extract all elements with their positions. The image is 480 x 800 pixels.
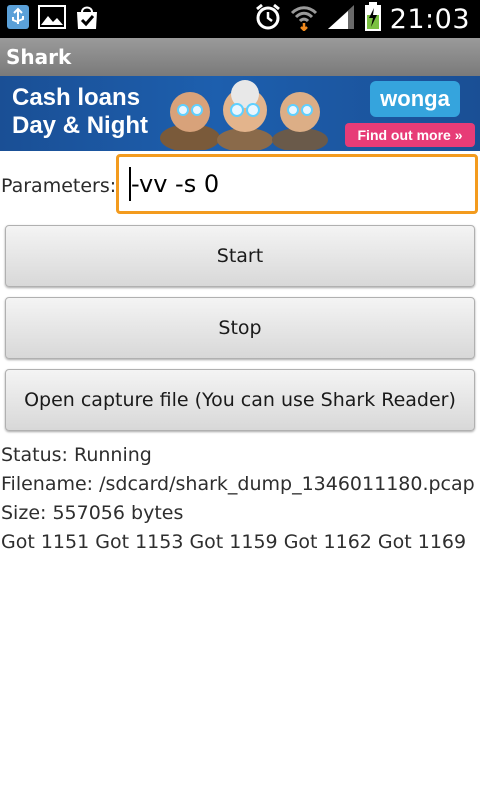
battery-charging-icon (364, 2, 382, 36)
start-button[interactable]: Start (5, 225, 475, 287)
ad-headline-1: Cash loans (12, 84, 141, 111)
status-bar: 21:03 (0, 0, 480, 38)
shopping-bag-icon (74, 4, 100, 34)
filename-text: Filename: /sdcard/shark_dump_1346011180.… (1, 473, 475, 495)
ad-banner[interactable]: Cash loans Day & Night wonga Find out mo… (0, 76, 480, 151)
parameters-input[interactable] (116, 154, 478, 214)
stop-button[interactable]: Stop (5, 297, 475, 359)
ad-characters-image (160, 80, 328, 150)
clock: 21:03 (389, 3, 470, 35)
ad-headline-2: Day & Night (12, 112, 149, 139)
status-text: Status: Running (1, 444, 152, 466)
size-text: Size: 557056 bytes (1, 502, 184, 524)
wonga-logo: wonga (370, 81, 460, 117)
packet-log-text: Got 1151 Got 1153 Got 1159 Got 1162 Got … (1, 531, 467, 553)
signal-icon (326, 3, 356, 35)
alarm-icon (254, 3, 282, 35)
wifi-icon (290, 3, 318, 35)
open-capture-file-button[interactable]: Open capture file (You can use Shark Rea… (5, 369, 475, 431)
app-title: Shark (6, 45, 72, 69)
parameters-label: Parameters: (1, 175, 117, 197)
gallery-icon (38, 5, 66, 33)
system-icons: 21:03 (254, 0, 470, 38)
title-bar: Shark (0, 38, 480, 77)
notification-icons (6, 5, 100, 33)
usb-icon (6, 4, 30, 34)
text-cursor (129, 167, 131, 201)
find-out-more-button[interactable]: Find out more » (345, 123, 475, 147)
